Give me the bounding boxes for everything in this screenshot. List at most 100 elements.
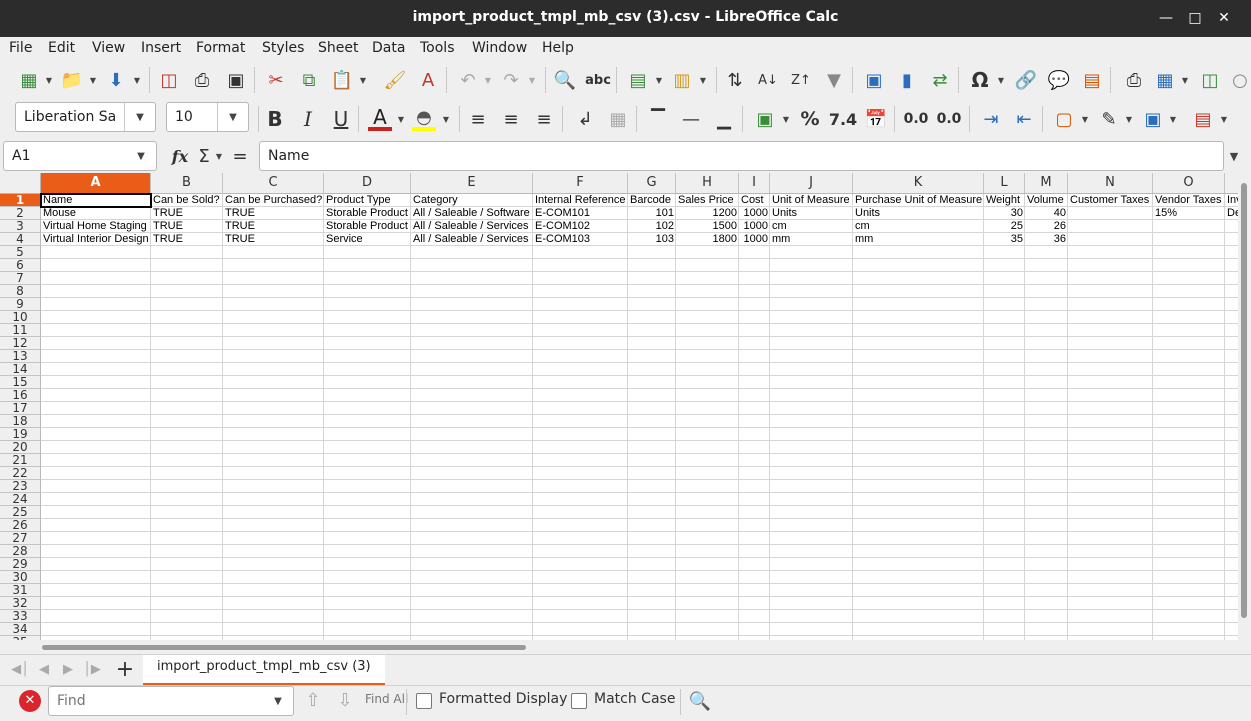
cell-h1[interactable]: Sales Price bbox=[676, 194, 739, 207]
menu-file[interactable]: File bbox=[9, 40, 32, 56]
font-size-box[interactable]: 10 ▼ bbox=[166, 102, 249, 132]
cell-m2[interactable]: 40 bbox=[1025, 207, 1068, 220]
vertical-scrollbar[interactable] bbox=[1238, 173, 1251, 640]
cell-g3[interactable]: 102 bbox=[628, 220, 676, 233]
align-center-icon[interactable]: ≡ bbox=[499, 107, 523, 131]
first-sheet-icon[interactable]: ◀│ bbox=[8, 657, 32, 681]
font-color-icon[interactable]: A bbox=[368, 105, 392, 131]
conditional-dropdown-icon[interactable]: ▼ bbox=[1219, 107, 1229, 131]
border-style-icon[interactable]: ✎ bbox=[1097, 107, 1121, 131]
cell-o2[interactable]: 15% bbox=[1153, 207, 1225, 220]
menu-styles[interactable]: Styles bbox=[262, 40, 304, 56]
cell-f2[interactable]: E-COM101 bbox=[533, 207, 628, 220]
cell-l1[interactable]: Weight bbox=[984, 194, 1025, 207]
horizontal-scrollbar[interactable] bbox=[0, 640, 1238, 654]
freeze-dropdown-icon[interactable]: ▼ bbox=[1180, 68, 1190, 92]
cell-g2[interactable]: 101 bbox=[628, 207, 676, 220]
percent-format-icon[interactable]: % bbox=[798, 107, 822, 131]
minimize-icon[interactable]: — bbox=[1154, 6, 1178, 30]
chevron-down-icon[interactable]: ▼ bbox=[124, 103, 155, 131]
column-header-c[interactable]: C bbox=[223, 173, 324, 193]
redo-dropdown-icon[interactable]: ▼ bbox=[527, 68, 537, 92]
delete-decimal-icon[interactable]: 0.0 bbox=[937, 107, 962, 131]
open-folder-icon[interactable]: 📁 bbox=[60, 68, 84, 92]
currency-format-icon[interactable]: ▣ bbox=[753, 107, 777, 131]
open-dropdown-icon[interactable]: ▼ bbox=[88, 68, 98, 92]
align-right-icon[interactable]: ≡ bbox=[532, 107, 556, 131]
menu-help[interactable]: Help bbox=[542, 40, 574, 56]
chevron-down-icon[interactable]: ▼ bbox=[217, 103, 248, 131]
border-color-icon[interactable]: ▣ bbox=[1141, 107, 1165, 131]
menu-sheet[interactable]: Sheet bbox=[318, 40, 358, 56]
sum-icon[interactable]: Σ bbox=[192, 144, 216, 168]
save-icon[interactable]: ⬇ bbox=[104, 68, 128, 92]
sort-descending-icon[interactable]: Z↑ bbox=[789, 68, 813, 92]
cell-i4[interactable]: 1000 bbox=[739, 233, 770, 246]
next-sheet-icon[interactable]: ▶ bbox=[56, 657, 80, 681]
freeze-rows-columns-icon[interactable]: ▦ bbox=[1153, 68, 1177, 92]
cell-b1[interactable]: Can be Sold? bbox=[151, 194, 223, 207]
formatted-display-checkbox[interactable] bbox=[416, 693, 432, 709]
wrap-text-icon[interactable]: ↲ bbox=[573, 107, 597, 131]
menu-window[interactable]: Window bbox=[472, 40, 527, 56]
cell-d2[interactable]: Storable Product bbox=[324, 207, 411, 220]
paste-dropdown-icon[interactable]: ▼ bbox=[358, 68, 368, 92]
comment-icon[interactable]: 💬 bbox=[1047, 68, 1071, 92]
insert-chart-icon[interactable]: ▮ bbox=[895, 68, 919, 92]
hyperlink-icon[interactable]: 🔗 bbox=[1014, 68, 1038, 92]
cell-b3[interactable]: TRUE bbox=[151, 220, 223, 233]
chevron-down-icon[interactable]: ▼ bbox=[126, 142, 156, 170]
cell-k4[interactable]: mm bbox=[853, 233, 984, 246]
find-previous-icon[interactable]: ⇧ bbox=[301, 688, 325, 712]
cell-a4[interactable]: Virtual Interior Design bbox=[41, 233, 151, 246]
cell-h3[interactable]: 1500 bbox=[676, 220, 739, 233]
border-color-dropdown-icon[interactable]: ▼ bbox=[1168, 107, 1178, 131]
column-header-m[interactable]: M bbox=[1025, 173, 1068, 193]
headers-footers-icon[interactable]: ▤ bbox=[1080, 68, 1104, 92]
cell-o4[interactable] bbox=[1153, 233, 1225, 246]
cell-n1[interactable]: Customer Taxes bbox=[1068, 194, 1153, 207]
cell-j3[interactable]: cm bbox=[770, 220, 853, 233]
decrease-indent-icon[interactable]: ⇤ bbox=[1012, 107, 1036, 131]
print-icon[interactable]: ⎙ bbox=[190, 68, 214, 92]
column-icon[interactable]: ▥ bbox=[670, 68, 694, 92]
more-tools-icon[interactable]: ○ bbox=[1228, 68, 1251, 92]
bold-icon[interactable]: B bbox=[263, 107, 287, 131]
clear-formatting-icon[interactable]: A bbox=[416, 68, 440, 92]
maximize-icon[interactable]: □ bbox=[1183, 6, 1207, 30]
cell-j1[interactable]: Unit of Measure bbox=[770, 194, 853, 207]
cell-a2[interactable]: Mouse bbox=[41, 207, 151, 220]
sort-ascending-icon[interactable]: A↓ bbox=[756, 68, 780, 92]
cell-c3[interactable]: TRUE bbox=[223, 220, 324, 233]
copy-icon[interactable]: ⧉ bbox=[297, 68, 321, 92]
define-print-area-icon[interactable]: ⎙ bbox=[1122, 68, 1146, 92]
vertical-scroll-thumb[interactable] bbox=[1241, 183, 1247, 618]
borders-dropdown-icon[interactable]: ▼ bbox=[1080, 107, 1090, 131]
match-case-checkbox[interactable] bbox=[571, 693, 587, 709]
print-preview-icon[interactable]: ▣ bbox=[224, 68, 248, 92]
row-dropdown-icon[interactable]: ▼ bbox=[654, 68, 664, 92]
cell-p2[interactable]: De bbox=[1225, 207, 1238, 220]
cell-g1[interactable]: Barcode bbox=[628, 194, 676, 207]
cell-f4[interactable]: E-COM103 bbox=[533, 233, 628, 246]
column-header-p[interactable]: P bbox=[1225, 173, 1238, 193]
redo-icon[interactable]: ↷ bbox=[499, 68, 523, 92]
menu-edit[interactable]: Edit bbox=[48, 40, 75, 56]
cell-e2[interactable]: All / Saleable / Software bbox=[411, 207, 533, 220]
find-input[interactable] bbox=[49, 687, 254, 715]
cell-m4[interactable]: 36 bbox=[1025, 233, 1068, 246]
find-replace-icon[interactable]: 🔍 bbox=[553, 68, 577, 92]
cell-l4[interactable]: 35 bbox=[984, 233, 1025, 246]
increase-indent-icon[interactable]: ⇥ bbox=[979, 107, 1003, 131]
underline-icon[interactable]: U bbox=[329, 107, 353, 131]
italic-icon[interactable]: I bbox=[296, 107, 320, 131]
cell-e1[interactable]: Category bbox=[411, 194, 533, 207]
menu-insert[interactable]: Insert bbox=[141, 40, 181, 56]
autofilter-icon[interactable]: ▼ bbox=[822, 68, 846, 92]
align-left-icon[interactable]: ≡ bbox=[466, 107, 490, 131]
column-header-h[interactable]: H bbox=[676, 173, 739, 193]
cell-g4[interactable]: 103 bbox=[628, 233, 676, 246]
cell-a3[interactable]: Virtual Home Staging bbox=[41, 220, 151, 233]
column-header-n[interactable]: N bbox=[1068, 173, 1153, 193]
formula-input[interactable]: Name bbox=[259, 141, 1224, 171]
